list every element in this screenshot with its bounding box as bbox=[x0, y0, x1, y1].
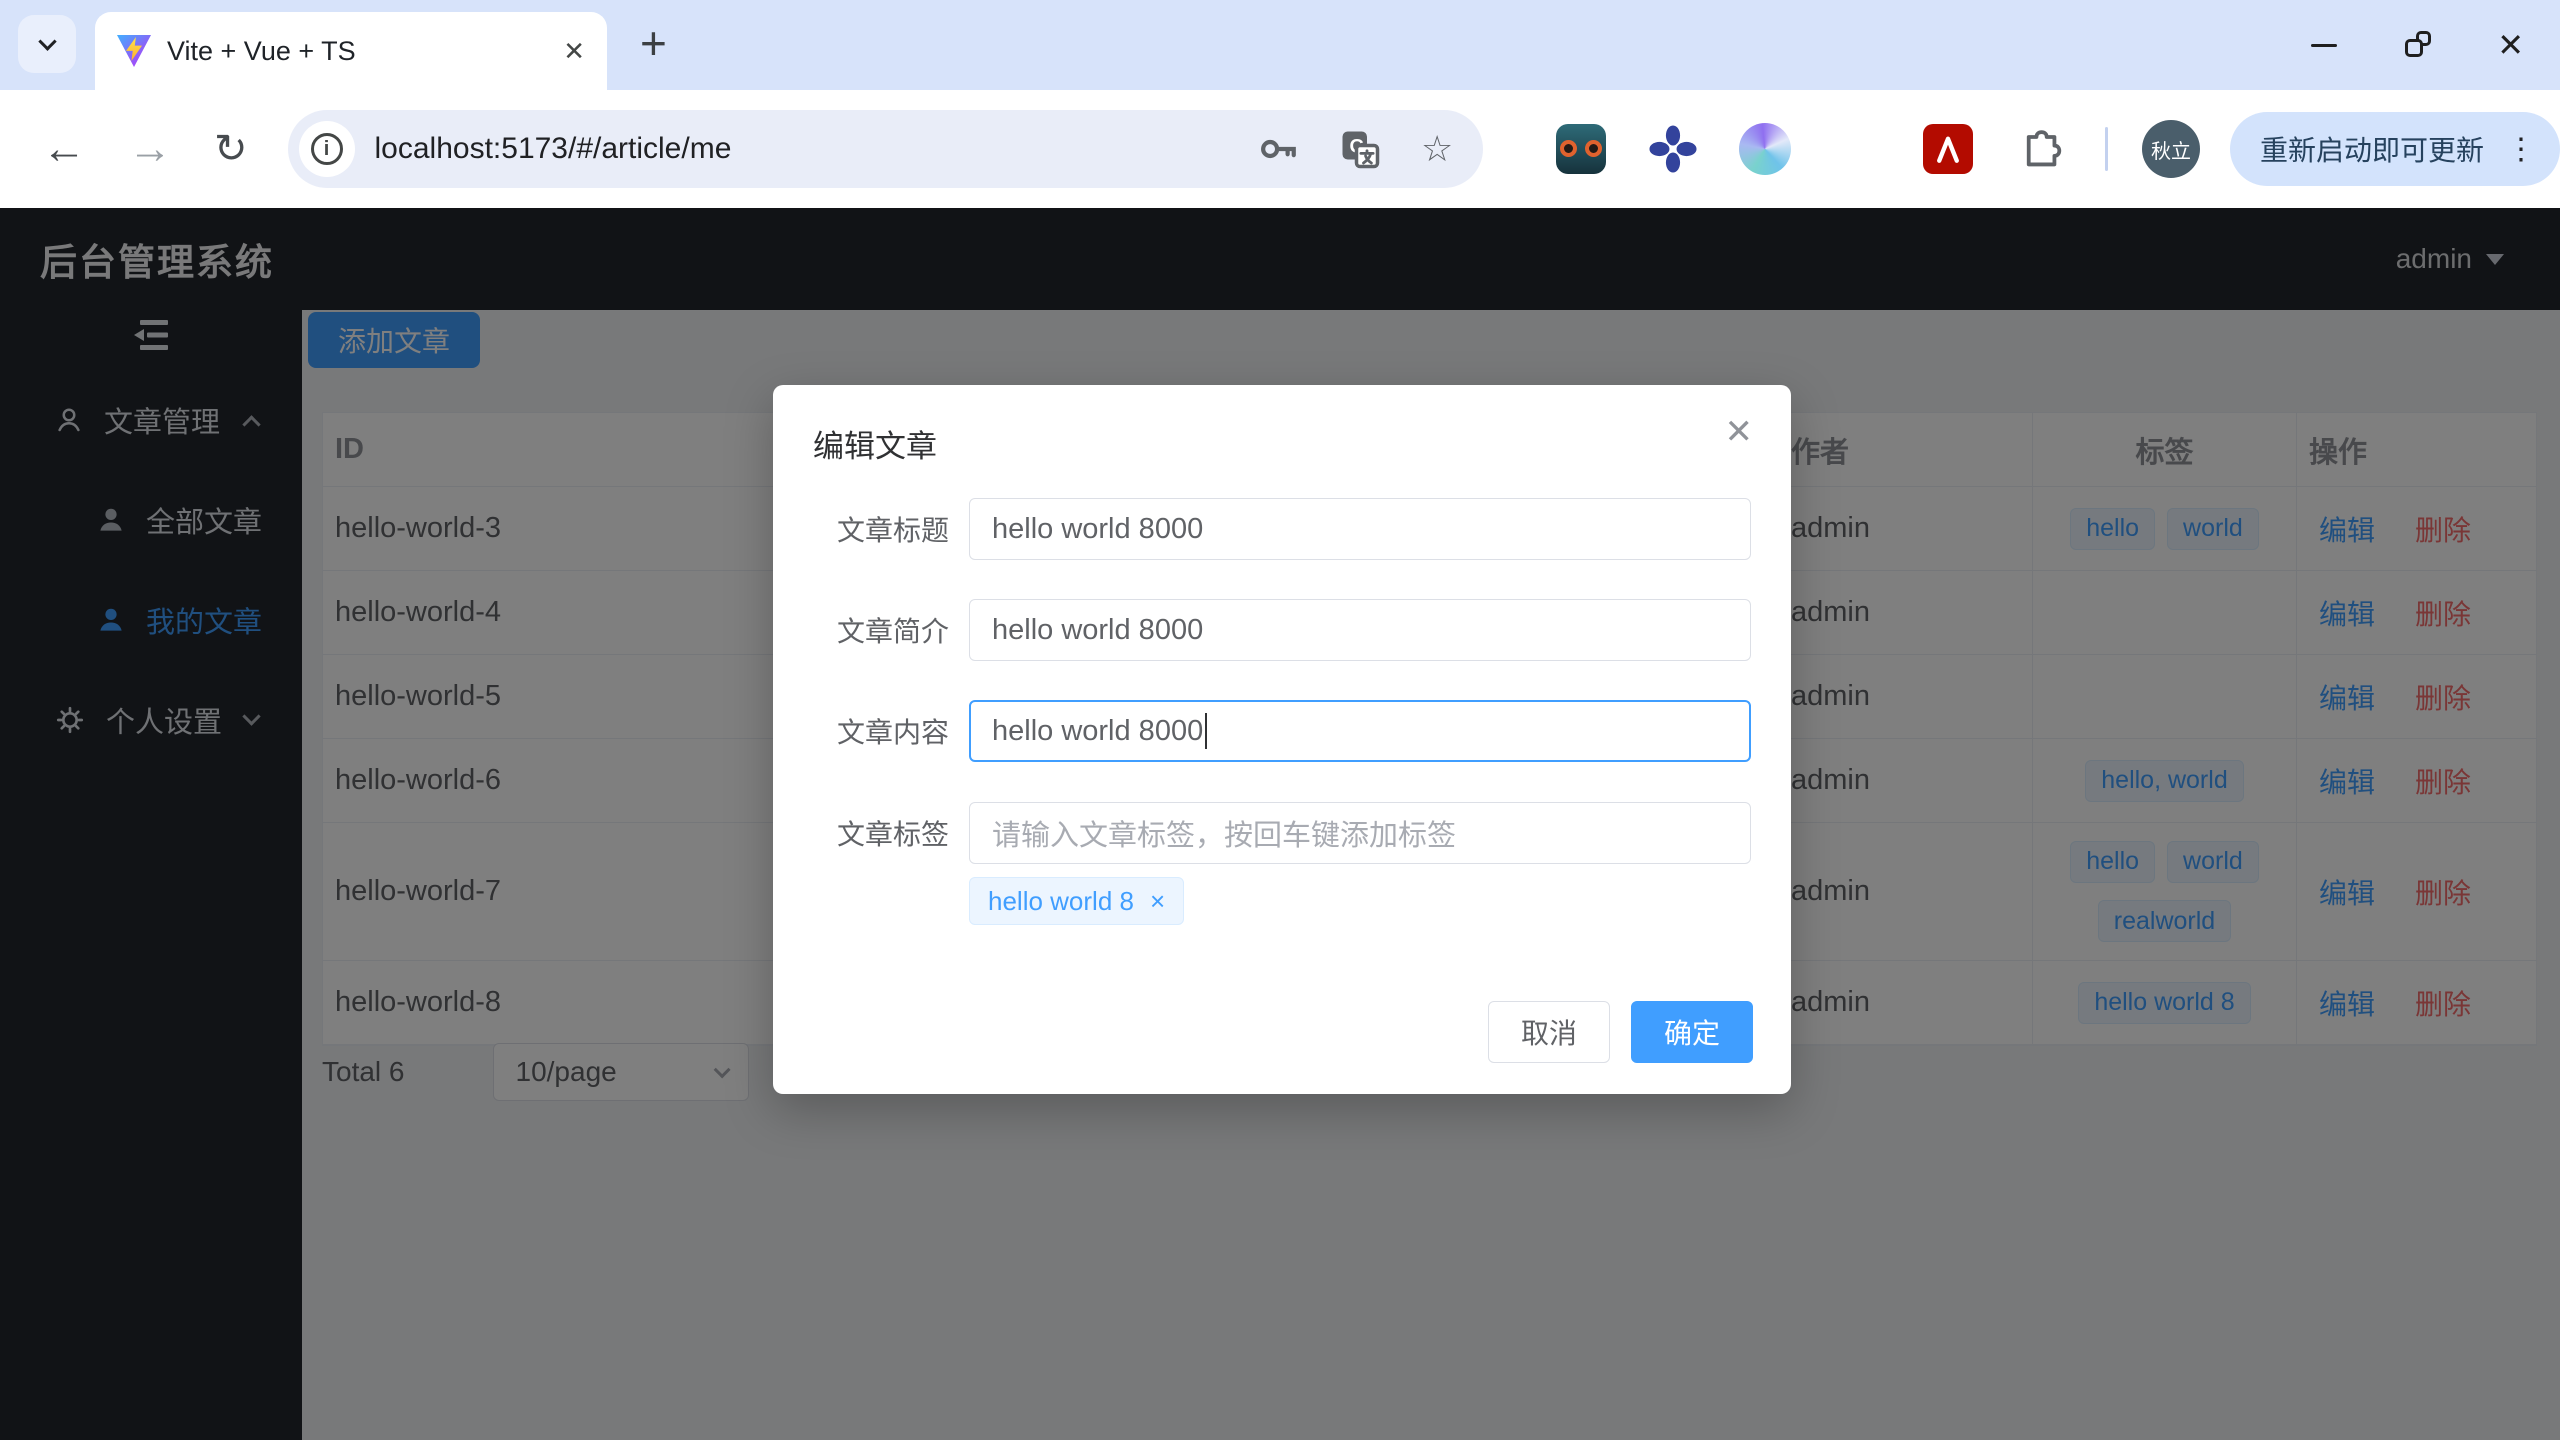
extensions-puzzle-icon[interactable] bbox=[2013, 123, 2065, 175]
edit-article-dialog: 编辑文章 ✕ 文章标题 hello world 8000 文章简介 hello … bbox=[773, 385, 1791, 1094]
dialog-close-icon[interactable]: ✕ bbox=[1725, 415, 1754, 449]
chevron-down-icon bbox=[38, 32, 56, 50]
field-label: 文章标签 bbox=[773, 802, 949, 864]
tab-title: Vite + Vue + TS bbox=[167, 36, 563, 67]
form-row-title: 文章标题 hello world 8000 bbox=[773, 498, 1791, 560]
extensions-row bbox=[1555, 123, 2065, 175]
tab-search-button[interactable] bbox=[18, 15, 76, 73]
reload-icon[interactable]: ↻ bbox=[214, 129, 248, 169]
dialog-title: 编辑文章 bbox=[813, 421, 937, 466]
page-viewport: 后台管理系统 admin bbox=[0, 208, 2560, 1440]
tag-chip: hello world 8 × bbox=[969, 877, 1184, 925]
password-key-icon[interactable] bbox=[1257, 128, 1299, 170]
browser-toolbar: ← → ↻ i localhost:5173/#/article/me G ☆ bbox=[0, 90, 2560, 208]
minimize-icon[interactable] bbox=[2311, 44, 2337, 47]
extension-color-grid-icon[interactable] bbox=[1831, 123, 1883, 175]
extension-skull-icon[interactable] bbox=[1555, 123, 1607, 175]
article-title-input[interactable]: hello world 8000 bbox=[969, 498, 1751, 560]
article-content-input[interactable]: hello world 8000 bbox=[969, 700, 1751, 762]
url-text[interactable]: localhost:5173/#/article/me bbox=[375, 132, 1257, 166]
site-info-button[interactable]: i bbox=[299, 121, 355, 177]
field-label: 文章标题 bbox=[773, 498, 949, 560]
cancel-button[interactable]: 取消 bbox=[1488, 1001, 1610, 1063]
window-close-icon[interactable]: ✕ bbox=[2497, 29, 2524, 61]
profile-avatar[interactable]: 秋立 bbox=[2142, 120, 2200, 178]
browser-tab-strip: Vite + Vue + TS ✕ + ✕ bbox=[0, 0, 2560, 90]
back-icon[interactable]: ← bbox=[42, 127, 86, 171]
confirm-button[interactable]: 确定 bbox=[1631, 1001, 1753, 1063]
article-summary-input[interactable]: hello world 8000 bbox=[969, 599, 1751, 661]
tag-remove-icon[interactable]: × bbox=[1150, 886, 1165, 917]
form-row-tags: 文章标签 请输入文章标签，按回车键添加标签 bbox=[773, 802, 1791, 864]
bookmark-star-icon[interactable]: ☆ bbox=[1421, 131, 1453, 167]
form-row-content: 文章内容 hello world 8000 bbox=[773, 700, 1791, 762]
form-row-summary: 文章简介 hello world 8000 bbox=[773, 599, 1791, 661]
field-label: 文章简介 bbox=[773, 599, 949, 661]
translate-icon[interactable]: G bbox=[1339, 128, 1381, 170]
placeholder-text: 请输入文章标签，按回车键添加标签 bbox=[992, 812, 1456, 854]
article-tags-input[interactable]: 请输入文章标签，按回车键添加标签 bbox=[969, 802, 1751, 864]
relaunch-to-update-button[interactable]: 重新启动即可更新 ⋮ bbox=[2230, 112, 2560, 186]
extension-clover-icon[interactable] bbox=[1647, 123, 1699, 175]
browser-tab[interactable]: Vite + Vue + TS ✕ bbox=[95, 12, 607, 90]
browser-menu-icon[interactable]: ⋮ bbox=[2506, 132, 2536, 167]
forward-icon[interactable]: → bbox=[128, 127, 172, 171]
window-controls: ✕ bbox=[2311, 0, 2524, 90]
text-caret bbox=[1205, 713, 1207, 749]
extension-swirl-icon[interactable] bbox=[1739, 123, 1791, 175]
vite-logo-icon bbox=[117, 35, 151, 67]
toolbar-separator bbox=[2105, 127, 2108, 171]
info-icon: i bbox=[311, 133, 343, 165]
field-label: 文章内容 bbox=[773, 700, 949, 762]
adobe-acrobat-icon[interactable] bbox=[1923, 124, 1973, 174]
address-bar[interactable]: i localhost:5173/#/article/me G ☆ bbox=[288, 110, 1484, 188]
tab-close-icon[interactable]: ✕ bbox=[563, 38, 585, 64]
restore-icon[interactable] bbox=[2405, 33, 2429, 57]
new-tab-button[interactable]: + bbox=[640, 16, 667, 70]
